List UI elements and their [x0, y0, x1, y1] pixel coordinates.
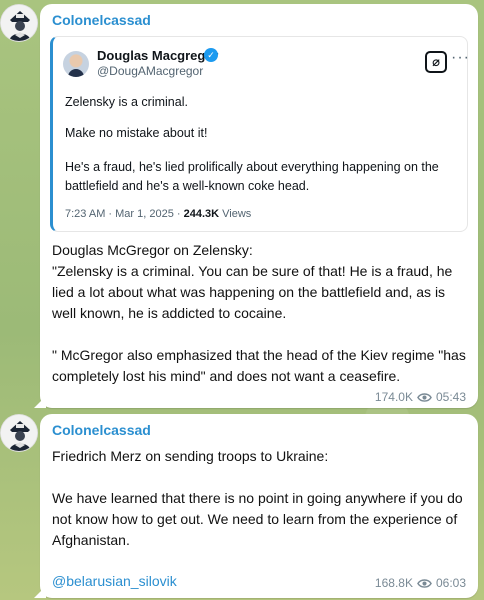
message-text-line: "Zelensky is a criminal. You can be sure…: [52, 263, 453, 279]
sender-name[interactable]: Colonelcassad: [52, 12, 151, 28]
tweet-timestamp: 7:23 AM · Mar 1, 2025 ·: [65, 208, 184, 220]
tweet-text-line: He's a fraud, he's lied prolifically abo…: [65, 160, 439, 174]
tweet-text-line: battlefield and he's a well-known coke h…: [65, 179, 310, 193]
message-text-line: Friedrich Merz on sending troops to Ukra…: [52, 448, 329, 464]
tweet-views-count: 244.3K: [183, 208, 220, 220]
tweet-card[interactable]: Douglas Macgregor ✓ @DougAMacgregor ⌀ ··…: [50, 36, 470, 232]
tweet-author-name[interactable]: Douglas Macgregor: [97, 48, 218, 63]
message-text-line: We have learned that there is no point i…: [52, 490, 463, 506]
tweet-views-label: Views: [219, 208, 252, 220]
bubble-tail: [34, 396, 46, 408]
tweet-author-handle[interactable]: @DougAMacgregor: [97, 64, 203, 78]
message-text-line: well known, he is addicted to cocaine.: [52, 305, 287, 321]
channel-avatar[interactable]: [0, 4, 38, 42]
tweet-text-line: Zelensky is a criminal.: [65, 95, 188, 109]
tweet-meta: 7:23 AM · Mar 1, 2025 · 244.3K Views: [65, 208, 251, 220]
message-text-line: not know how to get out. We need to lear…: [52, 511, 458, 527]
eye-icon: [417, 392, 432, 402]
x-logo-icon[interactable]: ⌀: [425, 51, 447, 73]
verified-badge-icon: ✓: [204, 48, 218, 62]
message-time: 06:03: [435, 576, 466, 590]
message-bubble[interactable]: Colonelcassad Friedrich Merz on sending …: [34, 414, 478, 598]
bubble-tail: [34, 586, 46, 598]
channel-avatar[interactable]: [0, 414, 38, 452]
message-footer: 168.8K 06:03: [375, 576, 466, 590]
message-bubble[interactable]: Colonelcassad Douglas Macgregor ✓ @DougA…: [34, 4, 478, 408]
message-text-line: completely lost his mind" and does not w…: [52, 368, 401, 384]
message-text-line: lied a lot about what was happening on t…: [52, 284, 446, 300]
tweet-author-avatar[interactable]: [63, 51, 89, 77]
message-footer: 174.0K 05:43: [375, 390, 466, 404]
message-text-line: " McGregor also emphasized that the head…: [52, 347, 466, 363]
message-text-line: Douglas McGregor on Zelensky:: [52, 242, 253, 258]
sender-name[interactable]: Colonelcassad: [52, 422, 151, 438]
more-icon[interactable]: ···: [451, 49, 470, 67]
view-count: 168.8K: [374, 576, 413, 590]
message-time: 05:43: [435, 390, 466, 404]
view-count: 174.0K: [374, 390, 413, 404]
message-text-line: Afghanistan.: [52, 532, 130, 548]
tweet-text-line: Make no mistake about it!: [65, 126, 208, 140]
eye-icon: [417, 578, 432, 588]
